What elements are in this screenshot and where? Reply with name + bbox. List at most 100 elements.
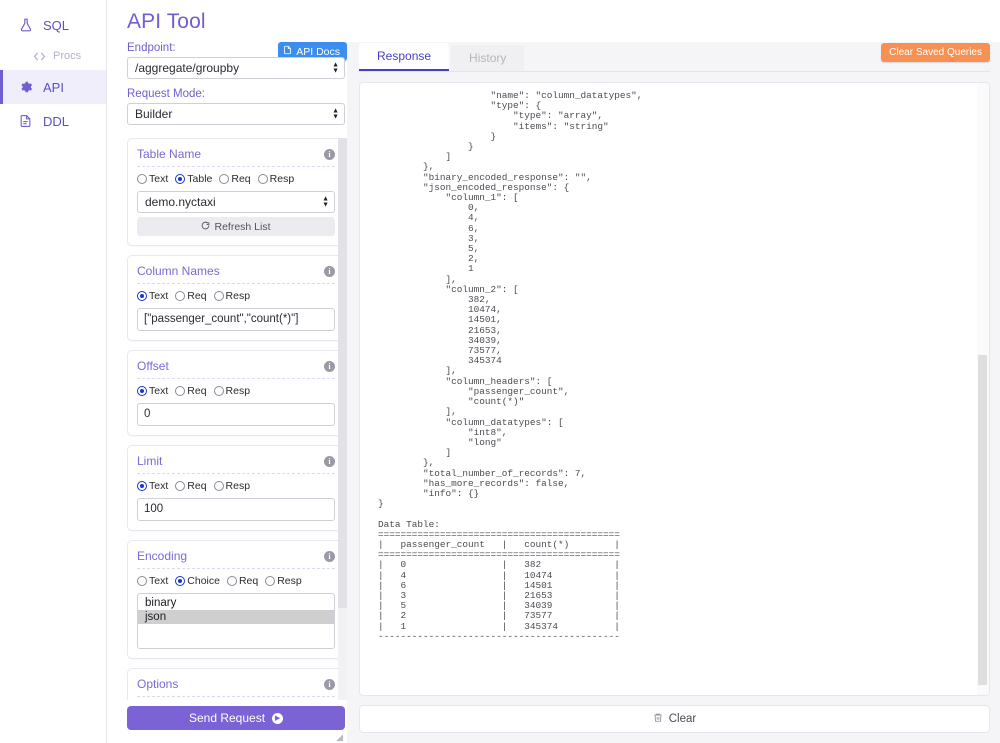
info-icon[interactable]: i [324,149,335,160]
param-card-header: Table Name i [137,147,335,167]
response-output-container: "name": "column_datatypes", "type": { "t… [359,82,990,696]
info-icon[interactable]: i [324,551,335,562]
encoding-listbox[interactable]: binaryjson [137,593,335,649]
radio-dot-icon [137,481,147,491]
panel-resize-handle[interactable]: ◢ [127,730,345,743]
param-card-encoding: EncodingiTextChoiceReqRespbinaryjson [127,540,345,659]
radio-dot-icon [137,174,147,184]
radio-table[interactable]: Table [175,173,212,185]
sidebar-item-label-api: API [43,80,64,95]
info-icon[interactable]: i [324,679,335,690]
param-card-header: Column Namesi [137,264,335,284]
param-card-title: Offset [137,359,169,373]
radio-text[interactable]: Text [137,575,168,587]
tab-response[interactable]: Response [359,43,449,71]
response-body-text: "name": "column_datatypes", "type": { "t… [360,91,977,642]
radio-req[interactable]: Req [175,290,206,302]
sidebar-item-sql[interactable]: SQL [0,8,106,42]
param-mode-radio-group: Text Table Req Resp [137,173,335,185]
body-split: Endpoint: API Docs /aggregate/groupby ▲▼ [107,42,1000,743]
radio-label: Resp [277,575,302,587]
radio-text[interactable]: Text [137,480,168,492]
clear-label: Clear [669,713,696,725]
sidebar-item-api[interactable]: API [0,70,106,104]
info-icon[interactable]: i [324,456,335,467]
refresh-list-button[interactable]: Refresh List [137,217,335,236]
endpoint-select-value: /aggregate/groupby [127,57,345,79]
parameter-card-list: Table Name i Text Table Req Resp demo.nyctaxi▲… [127,138,345,700]
request-builder-panel: Endpoint: API Docs /aggregate/groupby ▲▼ [107,42,347,743]
param-card-table-name: Table Name i Text Table Req Resp demo.nyctaxi▲… [127,138,345,246]
param-card-title: Options [137,677,178,691]
refresh-icon [201,221,210,233]
parameters-scroll-area: Table Name i Text Table Req Resp demo.nyctaxi▲… [127,138,347,700]
info-icon[interactable]: i [324,266,335,277]
response-panel: Response History Clear Saved Queries "na… [347,42,1000,743]
param-text-input[interactable]: 100 [137,498,335,521]
radio-dot-icon [175,386,185,396]
param-card-title: Table Name [137,147,201,161]
response-scrollbar[interactable] [977,83,989,695]
radio-resp[interactable]: Resp [214,480,251,492]
table-name-select-value: demo.nyctaxi [137,191,335,213]
radio-dot-icon [175,174,185,184]
radio-label: Req [187,480,206,492]
info-icon[interactable]: i [324,361,335,372]
radio-label: Req [187,385,206,397]
sidebar-item-label-procs: Procs [53,50,81,62]
listbox-option-json[interactable]: json [138,610,334,624]
radio-text[interactable]: Text [137,290,168,302]
gear-icon [18,80,33,95]
endpoint-row: Endpoint: API Docs /aggregate/groupby ▲▼ [127,42,347,88]
radio-label: Text [149,173,168,185]
request-mode-label: Request Mode: [127,88,347,100]
radio-label: Table [187,173,212,185]
response-scrollbar-thumb[interactable] [978,355,987,685]
parameters-scrollbar-thumb[interactable] [338,138,347,608]
param-card-header: Options i [137,677,335,697]
radio-req[interactable]: Req [175,480,206,492]
radio-label: Resp [270,173,295,185]
radio-text[interactable]: Text [137,173,168,185]
radio-req[interactable]: Req [227,575,258,587]
param-text-input[interactable]: ["passenger_count","count(*)"] [137,308,335,331]
radio-resp[interactable]: Resp [258,173,295,185]
listbox-option-binary[interactable]: binary [138,596,334,610]
parameters-scrollbar[interactable] [338,138,347,700]
response-scroll-area[interactable]: "name": "column_datatypes", "type": { "t… [360,83,977,695]
radio-label: Resp [226,480,251,492]
radio-dot-icon [175,481,185,491]
send-request-button[interactable]: Send Request ▶ [127,706,345,730]
param-card-column-names: Column Namesi Text Req Resp ["passenger_coun… [127,255,345,341]
send-request-label: Send Request [189,711,265,725]
radio-label: Text [149,290,168,302]
param-text-input[interactable]: 0 [137,403,335,426]
chevron-updown-icon: ▲▼ [332,109,339,120]
clear-saved-queries-button[interactable]: Clear Saved Queries [881,43,990,62]
radio-resp[interactable]: Resp [265,575,302,587]
param-card-header: Offset i [137,359,335,379]
trash-icon [653,712,663,726]
param-card-limit: LimitiTextReqResp100 [127,445,345,531]
main-content: API Tool Endpoint: API Docs / [107,0,1000,743]
request-mode-select[interactable]: Builder ▲▼ [127,103,345,125]
app-root: SQL Procs API [0,0,1000,743]
radio-req[interactable]: Req [175,385,206,397]
api-docs-label: API Docs [296,46,340,58]
tab-history[interactable]: History [451,45,524,71]
radio-dot-icon [137,576,147,586]
request-mode-select-value: Builder [127,103,345,125]
param-mode-radio-group: Text Choice Req Resp [137,575,335,587]
radio-req[interactable]: Req [219,173,250,185]
radio-resp[interactable]: Resp [214,290,251,302]
sidebar-item-ddl[interactable]: DDL [0,104,106,138]
endpoint-select[interactable]: /aggregate/groupby ▲▼ [127,57,345,79]
table-name-select[interactable]: demo.nyctaxi▲▼ [137,191,335,213]
radio-label: Text [149,385,168,397]
radio-resp[interactable]: Resp [214,385,251,397]
param-card-options: OptionsiTextReqResp [127,668,345,700]
sidebar-item-procs[interactable]: Procs [0,42,106,70]
clear-button[interactable]: Clear [359,705,990,733]
radio-text[interactable]: Text [137,385,168,397]
radio-choice[interactable]: Choice [175,575,220,587]
